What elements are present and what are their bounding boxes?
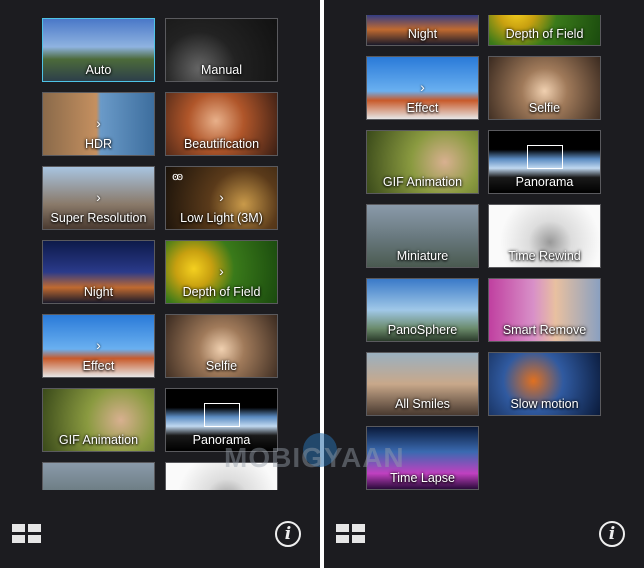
mode-label: Beautification bbox=[183, 137, 260, 151]
mode-hdr[interactable]: › HDR bbox=[42, 92, 155, 156]
mode-selfie[interactable]: Selfie bbox=[488, 56, 601, 120]
mode-super-resolution[interactable]: › Super Resolution bbox=[42, 166, 155, 230]
mode-time-rewind[interactable]: Time Rewind bbox=[488, 204, 601, 268]
mode-label: Night bbox=[407, 27, 438, 41]
owl-icon: ꙭ bbox=[172, 171, 184, 183]
mode-label: Panorama bbox=[515, 175, 574, 189]
mode-label: Depth of Field bbox=[182, 285, 261, 299]
mode-effect[interactable]: › Effect bbox=[42, 314, 155, 378]
chevron-right-icon: › bbox=[96, 189, 101, 205]
mode-label: GIF Animation bbox=[382, 175, 463, 189]
mode-grid[interactable]: Night Depth of Field › Effect Selfie GIF … bbox=[324, 15, 644, 490]
mode-label: Manual bbox=[201, 63, 242, 77]
mode-label: Smart Remove bbox=[502, 323, 587, 337]
mode-effect[interactable]: › Effect bbox=[366, 56, 479, 120]
chevron-right-icon: › bbox=[96, 337, 101, 353]
mode-grid[interactable]: Auto Manual › HDR Beautification › Super R… bbox=[0, 0, 320, 490]
mode-depth-of-field[interactable]: › Depth of Field bbox=[165, 240, 278, 304]
chevron-right-icon: › bbox=[420, 79, 425, 95]
mode-label: Slow motion bbox=[510, 397, 579, 411]
info-icon[interactable]: i bbox=[599, 521, 625, 547]
mode-miniature[interactable]: Miniature bbox=[366, 204, 479, 268]
chevron-right-icon: › bbox=[219, 263, 224, 279]
mode-depth-of-field[interactable]: Depth of Field bbox=[488, 15, 601, 46]
mode-selfie[interactable]: Selfie bbox=[165, 314, 278, 378]
mode-low-light[interactable]: ꙭ › Low Light (3M) bbox=[165, 166, 278, 230]
mode-panosphere[interactable]: PanoSphere bbox=[366, 278, 479, 342]
mode-label: Miniature bbox=[396, 249, 449, 263]
right-screen: Night Depth of Field › Effect Selfie GIF … bbox=[324, 0, 644, 568]
grid-icon[interactable] bbox=[336, 524, 366, 544]
mode-label: Low Light (3M) bbox=[180, 211, 263, 225]
chevron-right-icon: › bbox=[96, 115, 101, 131]
mode-label: HDR bbox=[84, 137, 113, 151]
mode-label: Time Rewind bbox=[508, 249, 581, 263]
mode-slow-motion[interactable]: Slow motion bbox=[488, 352, 601, 416]
mode-auto[interactable]: Auto bbox=[42, 18, 155, 82]
left-screen: Auto Manual › HDR Beautification › Super R… bbox=[0, 0, 320, 568]
mode-label: Selfie bbox=[205, 359, 238, 373]
panorama-frame bbox=[527, 145, 563, 169]
mode-label: Effect bbox=[82, 359, 115, 373]
mode-label: Auto bbox=[85, 63, 112, 77]
mode-label: Selfie bbox=[528, 101, 561, 115]
mode-label: PanoSphere bbox=[387, 323, 458, 337]
mode-manual[interactable]: Manual bbox=[165, 18, 278, 82]
mode-label: Depth of Field bbox=[505, 27, 584, 41]
info-icon[interactable]: i bbox=[275, 521, 301, 547]
watermark: MOBIGYAAN bbox=[224, 442, 405, 473]
grid-icon[interactable] bbox=[12, 524, 42, 544]
chevron-right-icon: › bbox=[219, 189, 224, 205]
mode-gif-animation[interactable]: GIF Animation bbox=[42, 388, 155, 452]
panorama-frame bbox=[204, 403, 240, 427]
mode-beautification[interactable]: Beautification bbox=[165, 92, 278, 156]
mode-night[interactable]: Night bbox=[42, 240, 155, 304]
mode-night[interactable]: Night bbox=[366, 15, 479, 46]
mode-label: Super Resolution bbox=[50, 211, 147, 225]
mode-label: Night bbox=[83, 285, 114, 299]
mode-label: GIF Animation bbox=[58, 433, 139, 447]
mode-panorama[interactable]: Panorama bbox=[488, 130, 601, 194]
mode-all-smiles[interactable]: All Smiles bbox=[366, 352, 479, 416]
mode-gif-animation[interactable]: GIF Animation bbox=[366, 130, 479, 194]
mode-label: Effect bbox=[406, 101, 439, 115]
mode-smart-remove[interactable]: Smart Remove bbox=[488, 278, 601, 342]
mode-miniature[interactable] bbox=[42, 462, 155, 490]
mode-label: All Smiles bbox=[395, 397, 450, 411]
